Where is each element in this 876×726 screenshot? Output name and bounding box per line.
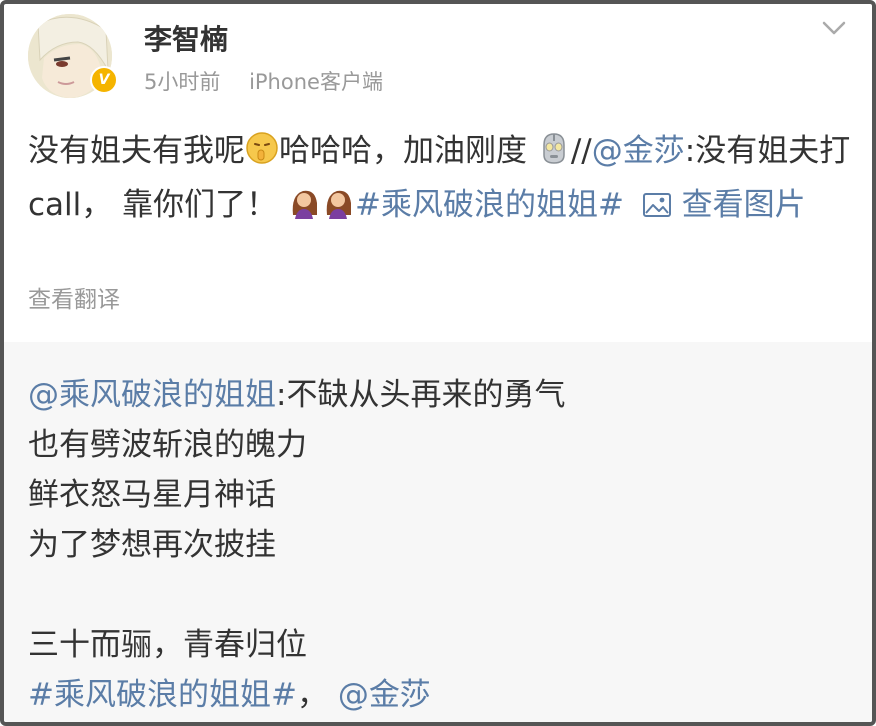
mention-link[interactable]: @乘风破浪的姐姐	[28, 377, 276, 413]
mention-link[interactable]: @金莎	[592, 133, 685, 169]
post-header: V 李智楠 5小时前 iPhone客户端	[4, 4, 872, 114]
verified-icon: V	[90, 66, 118, 94]
repost-content: @乘风破浪的姐姐:不缺从头再来的勇气 也有劈波斩浪的魄力 鲜衣怒马星月神话 为了…	[28, 370, 848, 720]
weibo-card: V 李智楠 5小时前 iPhone客户端 没有姐夫有我呢 哈哈哈，加油刚度 //@…	[0, 0, 876, 726]
repost-line: 三十而骊，青春归位	[28, 627, 307, 663]
repost-line: #乘风破浪的姐姐#， @金莎	[28, 670, 848, 720]
separator: ，	[296, 677, 328, 713]
post-text: 哈哈哈，加油刚度	[279, 133, 527, 169]
repost-line: 也有劈波斩浪的魄力	[28, 427, 307, 463]
woman-emoji-icon	[326, 190, 351, 219]
repost-block[interactable]: @乘风破浪的姐姐:不缺从头再来的勇气 也有劈波斩浪的魄力 鲜衣怒马星月神话 为了…	[4, 342, 872, 722]
post-text: 没有姐夫有我呢	[28, 133, 245, 169]
repost-line: 鲜衣怒马星月神话	[28, 477, 276, 513]
hashtag-link[interactable]: #乘风破浪的姐姐#	[355, 187, 624, 223]
username[interactable]: 李智楠	[144, 18, 228, 58]
repost-line: @乘风破浪的姐姐:不缺从头再来的勇气	[28, 370, 848, 420]
chevron-down-icon[interactable]	[822, 20, 846, 36]
repost-text: :不缺从头再来的勇气	[276, 377, 566, 413]
translate-link[interactable]: 查看翻译	[28, 280, 120, 314]
post-source: iPhone客户端	[249, 70, 383, 94]
woman-emoji-icon	[292, 190, 317, 219]
post-text: //	[570, 133, 592, 169]
shush-emoji-icon	[246, 132, 278, 164]
image-icon[interactable]	[642, 192, 672, 218]
view-image-link[interactable]: 查看图片	[682, 187, 806, 223]
post-meta: 5小时前 iPhone客户端	[144, 66, 383, 96]
robot-emoji-icon	[543, 133, 565, 164]
post-content: 没有姐夫有我呢 哈哈哈，加油刚度 //@金莎:没有姐夫打call， 靠你们了！ #…	[28, 124, 852, 232]
repost-line: 为了梦想再次披挂	[28, 527, 276, 563]
mention-link[interactable]: @金莎	[338, 677, 431, 713]
hashtag-link[interactable]: #乘风破浪的姐姐#	[28, 677, 297, 713]
post-time: 5小时前	[144, 70, 221, 94]
